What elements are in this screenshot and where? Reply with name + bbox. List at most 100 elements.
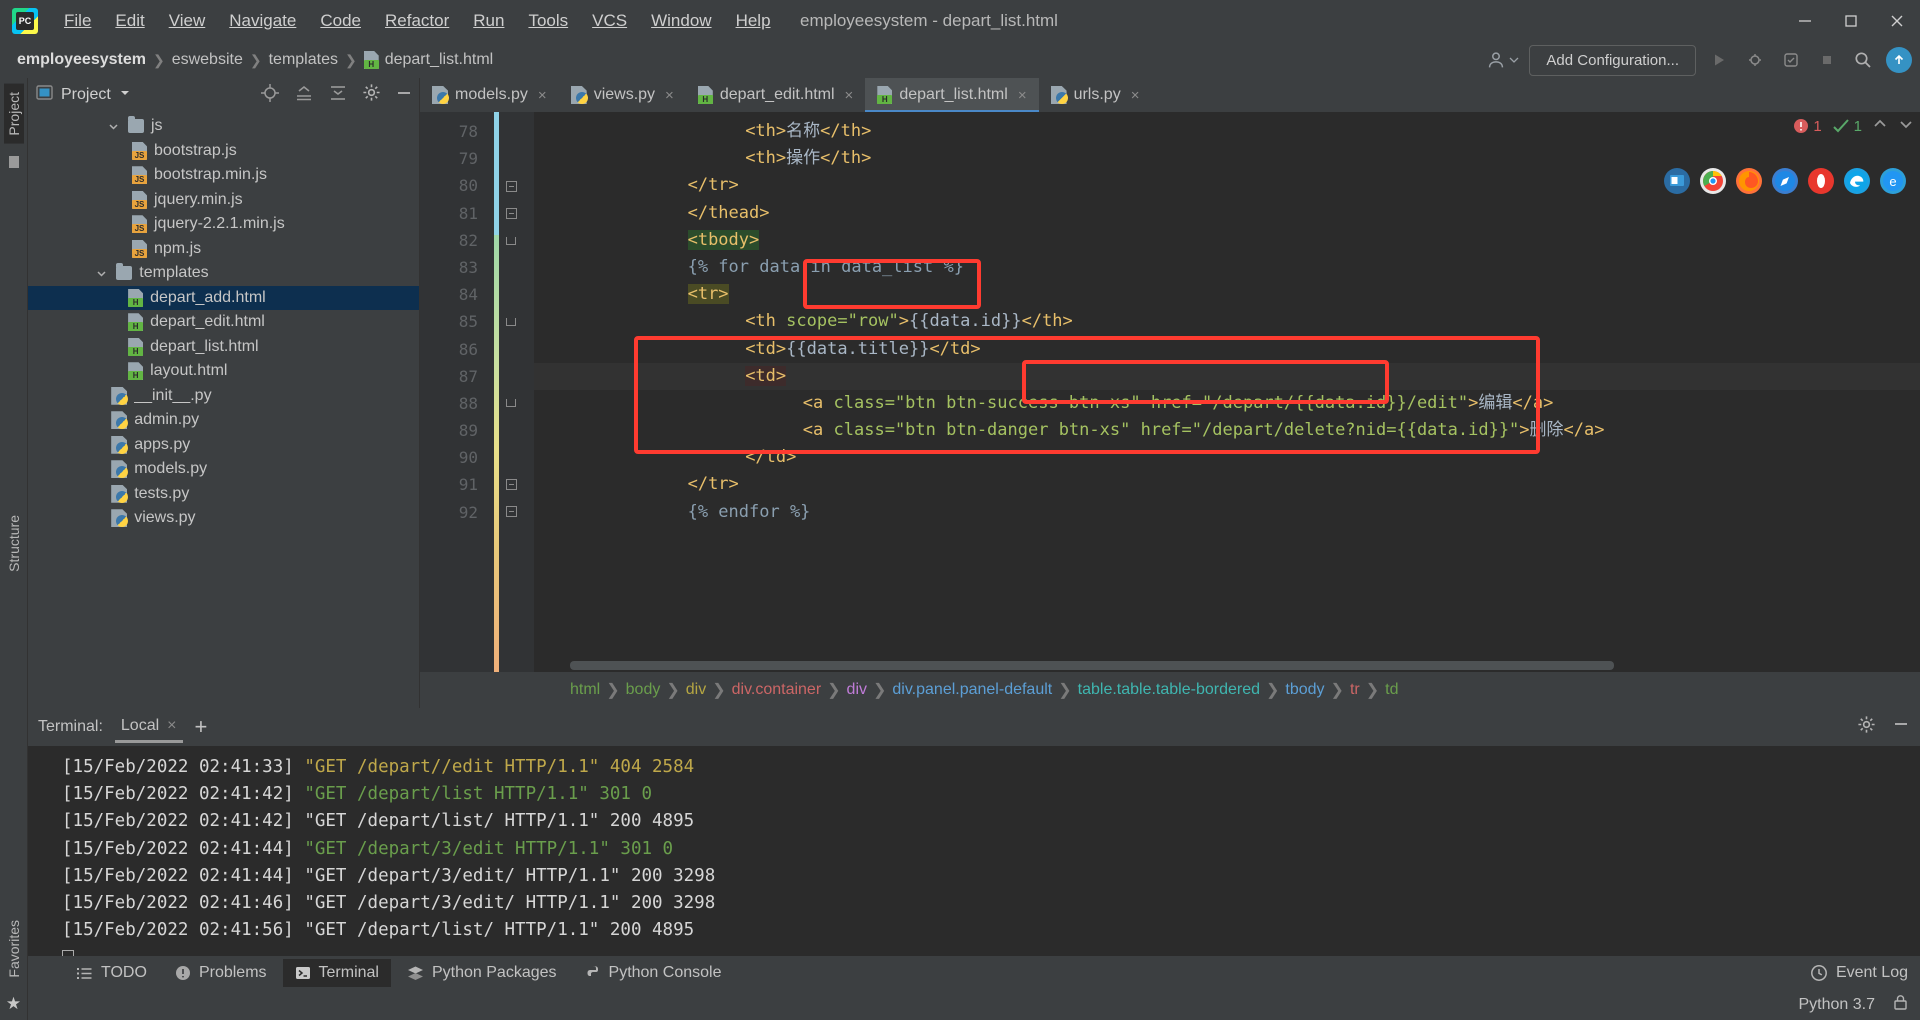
run-button[interactable] [1706, 47, 1732, 73]
menu-view[interactable]: View [157, 7, 218, 35]
dom-breadcrumb-td[interactable]: td [1385, 681, 1398, 699]
terminal-hide-button[interactable] [1892, 715, 1910, 739]
code-line-91[interactable]: </tr> [534, 471, 1920, 498]
search-button[interactable] [1850, 47, 1876, 73]
project-tree[interactable]: js JS bootstrap.js JS bootstrap.min.js JS jque… [28, 112, 419, 708]
tool-button-todo[interactable]: TODO [64, 959, 159, 987]
chevron-down-icon[interactable] [94, 266, 108, 280]
browser-launch-bar[interactable]: e [1664, 168, 1906, 194]
inspection-widget[interactable]: 1 1 [1793, 116, 1914, 136]
favorites-star-icon[interactable]: ★ [6, 994, 21, 1014]
chevron-down-icon[interactable] [106, 119, 120, 133]
tool-tab-project[interactable]: Project [3, 84, 24, 144]
editor-tab-models-py[interactable]: models.py × [420, 78, 559, 112]
tree-item-depart-edit-html[interactable]: Hdepart_edit.html [28, 310, 419, 335]
tool-button-problems[interactable]: Problems [163, 959, 279, 987]
code-line-88[interactable]: <a class="btn btn-success btn-xs" href="… [534, 390, 1920, 417]
tree-item-layout-html[interactable]: Hlayout.html [28, 359, 419, 384]
editor-tab-views-py[interactable]: views.py × [559, 78, 686, 112]
menu-refactor[interactable]: Refactor [373, 7, 461, 35]
bookmarks-icon[interactable] [6, 154, 22, 175]
tree-item-templates[interactable]: templates [28, 261, 419, 286]
menu-file[interactable]: File [52, 7, 103, 35]
project-dropdown-icon[interactable] [119, 86, 131, 104]
code-line-90[interactable]: </td> [534, 444, 1920, 471]
add-configuration-button[interactable]: Add Configuration... [1529, 44, 1696, 76]
code-line-84[interactable]: <tr> [534, 281, 1920, 308]
menu-run[interactable]: Run [461, 7, 516, 35]
editor-tab-depart-edit-html[interactable]: Hdepart_edit.html × [686, 78, 866, 112]
menu-help[interactable]: Help [724, 7, 783, 35]
account-button[interactable] [1485, 49, 1519, 71]
debug-button[interactable] [1742, 47, 1768, 73]
maximize-button[interactable] [1828, 0, 1874, 42]
editor-tab-close-icon[interactable]: × [845, 87, 854, 104]
code-text[interactable]: <th>名称</th> <th>操作</th> </tr> </thead> <tbod… [534, 112, 1920, 672]
locate-file-button[interactable] [260, 83, 280, 108]
hide-panel-button[interactable] [395, 84, 413, 107]
tree-item-admin-py[interactable]: admin.py [28, 408, 419, 433]
editor-tab-close-icon[interactable]: × [665, 87, 674, 104]
dom-breadcrumb-div-container[interactable]: div.container [732, 681, 822, 699]
tree-item-depart-add-html[interactable]: Hdepart_add.html [28, 285, 419, 310]
horizontal-scrollbar[interactable] [570, 661, 1908, 670]
code-line-78[interactable]: <th>名称</th> [534, 118, 1920, 145]
tree-item-npm-js[interactable]: JS npm.js [28, 237, 419, 262]
menu-window[interactable]: Window [639, 7, 723, 35]
tree-item-jquery-min-js[interactable]: JS jquery.min.js [28, 188, 419, 213]
terminal-tab-close-icon[interactable]: × [167, 717, 176, 735]
update-button[interactable] [1886, 47, 1912, 73]
edge-icon[interactable] [1844, 168, 1870, 194]
menu-tools[interactable]: Tools [516, 7, 580, 35]
menu-edit[interactable]: Edit [103, 7, 156, 35]
event-log-button[interactable]: Event Log [1810, 964, 1908, 982]
prev-problem-button[interactable] [1872, 116, 1888, 136]
code-line-87[interactable]: <td> [534, 362, 1920, 390]
editor-tab-urls-py[interactable]: urls.py × [1039, 78, 1152, 112]
terminal-new-tab-button[interactable]: + [195, 716, 208, 738]
code-area[interactable]: 78 79 80 81 82 83 84 85 86 87 88 89 90 91 92 [420, 112, 1920, 672]
tree-item-bootstrap-min-js[interactable]: JS bootstrap.min.js [28, 163, 419, 188]
breadcrumb-eswebsite[interactable]: eswebsite [169, 51, 246, 69]
menu-vcs[interactable]: VCS [580, 7, 639, 35]
error-count[interactable]: 1 [1793, 118, 1822, 135]
editor-tab-depart-list-html[interactable]: Hdepart_list.html × [865, 78, 1039, 112]
tree-item-js[interactable]: js [28, 114, 419, 139]
safari-icon[interactable] [1772, 168, 1798, 194]
tool-button-python-console[interactable]: Python Console [573, 959, 734, 987]
code-line-92[interactable]: {% endfor %} [534, 499, 1920, 526]
chrome-icon[interactable] [1700, 168, 1726, 194]
code-line-81[interactable]: </thead> [534, 200, 1920, 227]
dom-breadcrumb-table-table-table-bordered[interactable]: table.table.table-bordered [1078, 681, 1260, 699]
terminal-tab-local[interactable]: Local × [114, 711, 183, 743]
tree-item--init-py[interactable]: __init__.py [28, 384, 419, 409]
code-line-86[interactable]: <td>{{data.title}}</td> [534, 336, 1920, 363]
code-line-85[interactable]: <th scope="row">{{data.id}}</th> [534, 308, 1920, 335]
code-line-83[interactable]: {% for data in data_list %} [534, 254, 1920, 281]
dom-breadcrumb-body[interactable]: body [626, 681, 661, 699]
breadcrumb-templates[interactable]: templates [266, 51, 341, 69]
opera-icon[interactable] [1808, 168, 1834, 194]
tree-item-views-py[interactable]: views.py [28, 506, 419, 531]
breadcrumb-project[interactable]: employeesystem [14, 51, 149, 69]
dom-breadcrumb-div[interactable]: div [847, 681, 867, 699]
firefox-icon[interactable] [1736, 168, 1762, 194]
interpreter-label[interactable]: Python 3.7 [1799, 996, 1876, 1014]
breadcrumb-file[interactable]: H depart_list.html [361, 51, 497, 69]
tool-tab-favorites[interactable]: Favorites [4, 912, 24, 986]
ok-count[interactable]: 1 [1832, 118, 1862, 135]
expand-all-button[interactable] [294, 83, 314, 108]
ie-icon[interactable]: e [1880, 168, 1906, 194]
editor-tab-close-icon[interactable]: × [1018, 87, 1027, 104]
dom-breadcrumb-bar[interactable]: html ❯ body ❯ div ❯ div.container ❯ div ❯ div.pane… [420, 672, 1920, 708]
next-problem-button[interactable] [1898, 116, 1914, 136]
dom-breadcrumb-tr[interactable]: tr [1350, 681, 1360, 699]
lock-icon[interactable] [1893, 994, 1908, 1016]
close-button[interactable] [1874, 0, 1920, 42]
menu-code[interactable]: Code [308, 7, 373, 35]
dom-breadcrumb-html[interactable]: html [570, 681, 600, 699]
terminal-settings-button[interactable] [1857, 715, 1876, 739]
tree-item-tests-py[interactable]: tests.py [28, 482, 419, 507]
collapse-all-button[interactable] [328, 83, 348, 108]
tool-button-python-packages[interactable]: Python Packages [395, 959, 569, 987]
